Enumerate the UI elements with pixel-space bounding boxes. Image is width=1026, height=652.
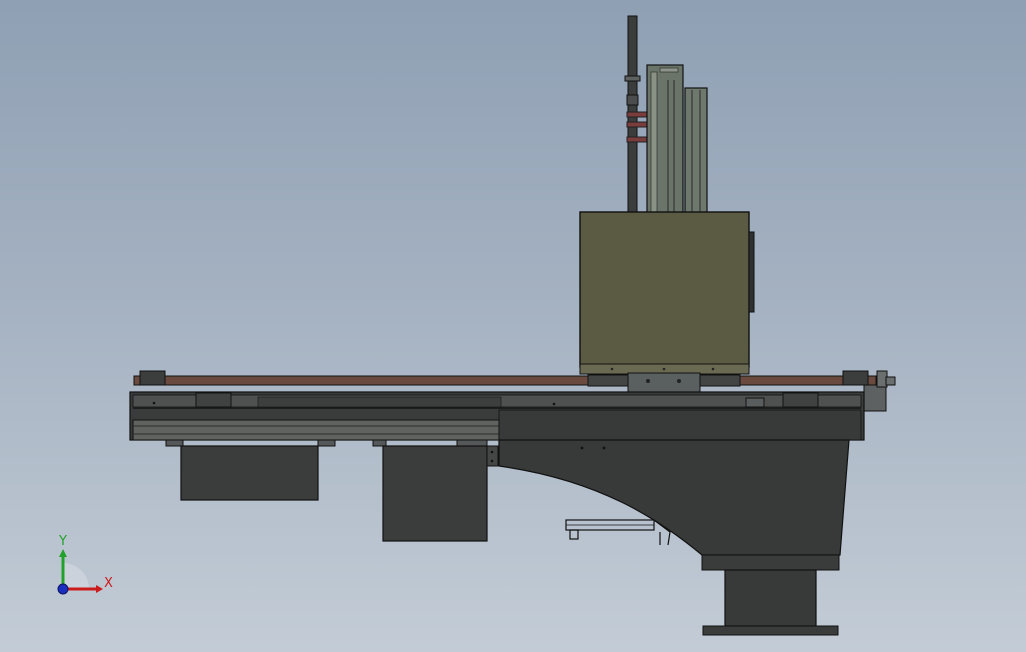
coordinate-triad: X Y [57,534,113,595]
x-axis-label: X [104,576,113,591]
hanging-box-right[interactable] [382,445,499,542]
main-frame-beam[interactable] [129,391,865,441]
cad-viewport[interactable]: X Y [0,0,1026,652]
bracket-arm[interactable] [565,519,671,546]
beam-mount-tabs [165,439,488,447]
support-base[interactable] [498,439,850,636]
z-axis-column[interactable] [624,15,708,215]
z-axis-origin-icon [57,583,69,595]
hanging-box-left[interactable] [180,445,319,501]
carriage-slider[interactable] [587,372,741,395]
machine-model-side-view[interactable] [0,0,1026,652]
carriage-housing[interactable] [579,211,755,375]
y-axis-label: Y [58,534,67,549]
